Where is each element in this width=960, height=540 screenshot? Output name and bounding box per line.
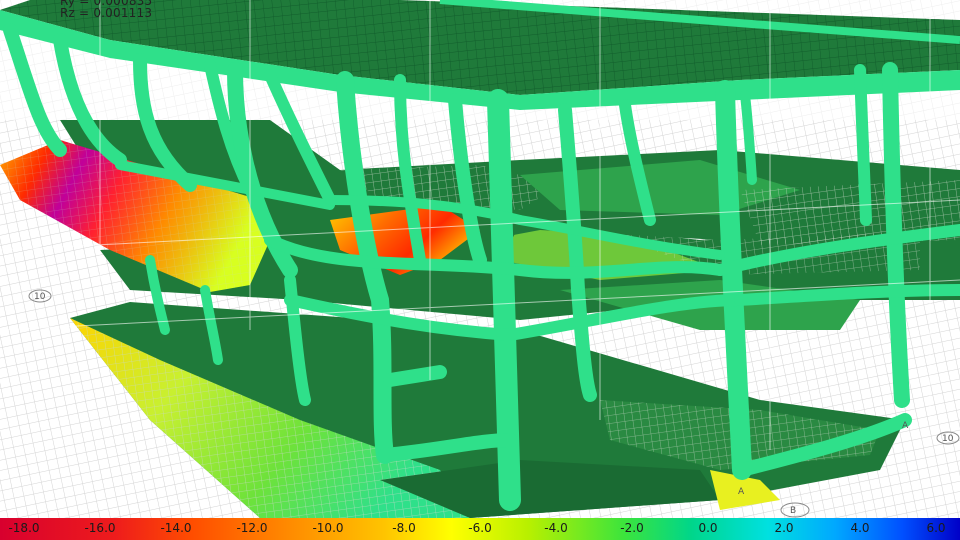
legend-tick: -16.0: [84, 521, 116, 535]
legend-tick: -10.0: [312, 521, 344, 535]
legend-tick: -14.0: [160, 521, 192, 535]
legend-tick: 4.0: [850, 521, 870, 535]
grid-label-5: B: [790, 506, 796, 516]
grid-label-4: A: [902, 421, 909, 431]
legend-tick: -4.0: [544, 521, 568, 535]
grid-label-2: 10: [942, 434, 954, 444]
stress-color-legend: -18.0 -16.0 -14.0 -12.0 -10.0 -8.0 -6.0 …: [0, 518, 960, 540]
grid-label-3: A: [738, 487, 745, 497]
rotation-z-readout: Rz = 0.001113: [60, 6, 153, 20]
model-viewport[interactable]: 10 10 A A B Ry = 0.000835 Rz = 0.001113: [0, 0, 960, 518]
grid-label-1: 10: [34, 292, 46, 302]
legend-tick: -2.0: [620, 521, 644, 535]
legend-tick: 0.0: [698, 521, 718, 535]
legend-tick: -12.0: [236, 521, 268, 535]
legend-tick: 6.0: [926, 521, 946, 535]
legend-tick: -18.0: [8, 521, 40, 535]
legend-tick: -6.0: [468, 521, 492, 535]
legend-tick: -8.0: [392, 521, 416, 535]
legend-tick: 2.0: [774, 521, 794, 535]
